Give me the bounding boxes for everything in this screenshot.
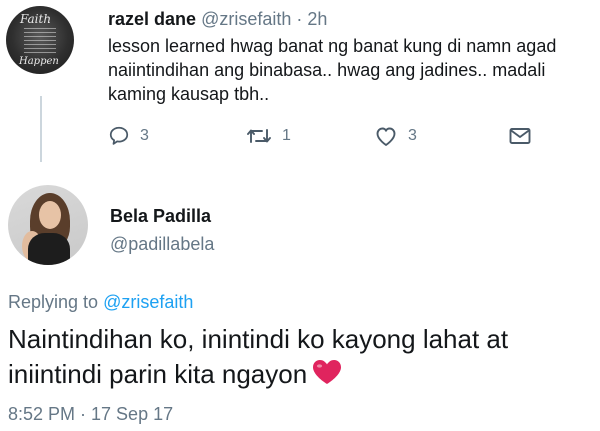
tweet-text: lesson learned hwag banat ng banat kung … <box>108 36 557 104</box>
user-handle[interactable]: @padillabela <box>110 234 214 255</box>
separator: · <box>296 9 303 29</box>
reply-icon <box>109 126 129 145</box>
reply-button[interactable]: 3 <box>108 124 149 148</box>
tweet-header: razel dane @zrisefaith · 2h <box>108 9 327 30</box>
retweet-count: 1 <box>282 127 291 144</box>
mention-link[interactable]: @zrisefaith <box>103 292 193 312</box>
avatar-decoration <box>24 28 56 54</box>
avatar-text: Faith <box>20 12 52 26</box>
replying-to: Replying to @zrisefaith <box>8 292 193 313</box>
direct-message-button[interactable] <box>508 124 532 148</box>
user-name[interactable]: razel dane <box>108 9 196 29</box>
avatar[interactable] <box>8 185 88 265</box>
tweet-text: Naintindihan ko, inintindi ko kayong lah… <box>8 322 593 395</box>
avatar[interactable]: Faith Happen <box>6 6 74 74</box>
message-icon <box>509 128 531 144</box>
retweet-icon <box>247 129 271 143</box>
reply-count: 3 <box>140 127 149 144</box>
user-handle[interactable]: @zrisefaith <box>201 9 291 29</box>
replying-to-label: Replying to <box>8 292 104 312</box>
like-icon <box>376 127 396 146</box>
user-name[interactable]: Bela Padilla <box>110 206 211 227</box>
like-count: 3 <box>408 127 417 144</box>
avatar-text: Happen <box>19 56 59 67</box>
like-button[interactable]: 3 <box>374 124 417 148</box>
retweet-button[interactable]: 1 <box>246 124 291 148</box>
tweet-timestamp[interactable]: 8:52 PM · 17 Sep 17 <box>8 404 173 425</box>
tweet-body: Naintindihan ko, inintindi ko kayong lah… <box>8 324 509 389</box>
heart-emoji-icon <box>311 358 343 395</box>
tweet-actions: 3 1 3 <box>108 124 548 148</box>
tweet-time[interactable]: 2h <box>307 9 327 29</box>
thread-connector-line <box>40 96 42 162</box>
